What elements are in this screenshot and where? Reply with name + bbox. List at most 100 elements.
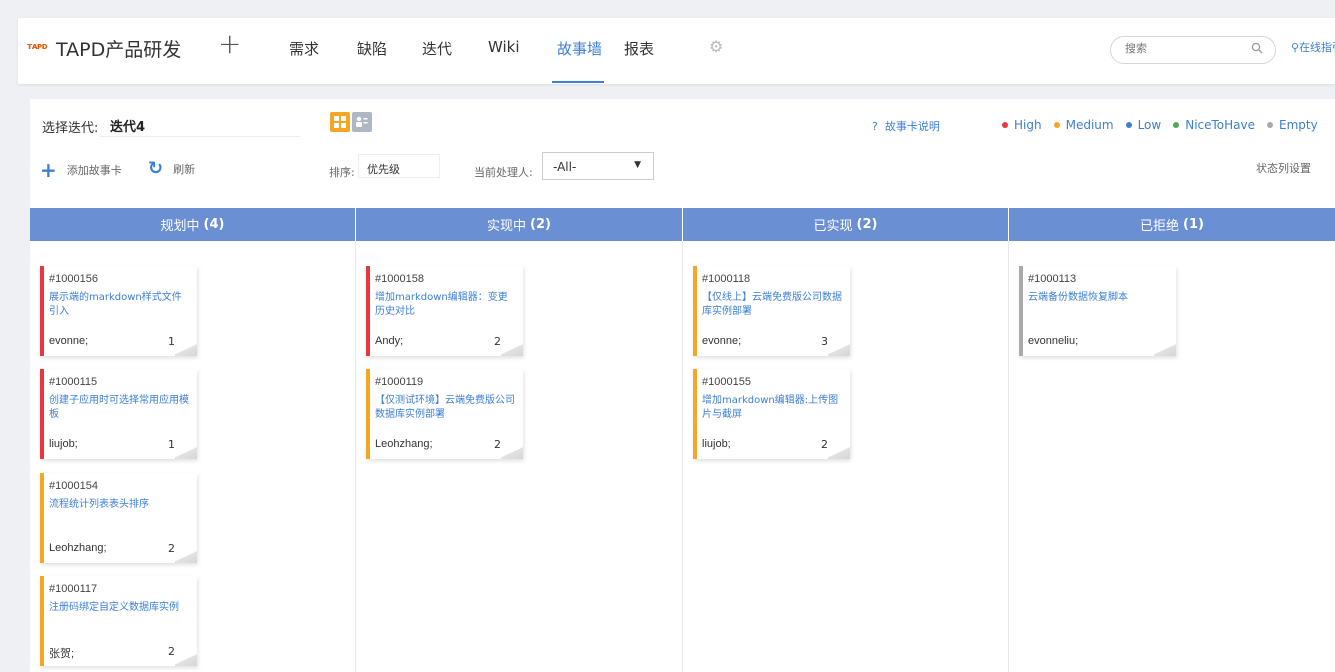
legend-high: High (1002, 118, 1042, 132)
legend-empty: Empty (1267, 118, 1318, 132)
nav-tab-reports[interactable]: 报表 (624, 38, 654, 59)
priority-bar (1019, 266, 1023, 356)
column-settings-link[interactable]: 状态列设置 (1256, 160, 1311, 176)
story-card[interactable]: #1000154 流程统计列表表头排序 Leohzhang; 2 (40, 473, 197, 563)
story-card-help-link[interactable]: ? 故事卡说明 (872, 118, 940, 134)
story-card[interactable]: #1000156 展示端的markdown样式文件引入 evonne; 1 (40, 266, 197, 356)
column-header-in-progress[interactable]: 实现中 (2) (356, 208, 683, 241)
card-title[interactable]: 增加markdown编辑器：变更历史对比 (375, 291, 517, 319)
card-title[interactable]: 增加markdown编辑器:上传图片与截屏 (702, 394, 844, 422)
priority-bar (693, 266, 697, 356)
column-rejected: #1000113 云端备份数据恢复脚本 evonneliu; (1009, 241, 1335, 672)
filter-panel: 选择迭代: 迭代4 ? 故事卡说明 High Medium Low NiceTo… (30, 99, 1335, 217)
top-nav-bar: ᴛᴀᴘᴅ TAPD产品研发 + 需求 缺陷 迭代 Wiki 故事墙 报表 ⚙ ⚲… (18, 18, 1335, 84)
card-points: 2 (821, 438, 828, 451)
card-id[interactable]: #1000115 (49, 376, 97, 388)
card-points: 1 (168, 438, 175, 451)
priority-bar (366, 266, 370, 356)
legend-nicetohave: NiceToHave (1173, 118, 1255, 132)
column-planning: #1000156 展示端的markdown样式文件引入 evonne; 1 #10001… (30, 241, 356, 672)
column-header-rejected[interactable]: 已拒绝 (1) (1009, 208, 1335, 241)
page-curl (175, 445, 197, 459)
legend-medium: Medium (1053, 118, 1114, 132)
card-points: 1 (168, 335, 175, 348)
tapd-logo[interactable]: ᴛᴀᴘᴅ (27, 42, 48, 52)
active-tab-indicator (552, 81, 604, 83)
column-header-planning[interactable]: 规划中 (4) (30, 208, 356, 241)
card-title[interactable]: 展示端的markdown样式文件引入 (49, 291, 191, 319)
card-owner: liujob; (702, 438, 731, 450)
story-wall-board: 规划中 (4) 实现中 (2) 已实现 (2) 已拒绝 (1) #1000156 展示端的… (30, 208, 1335, 672)
card-id[interactable]: #1000113 (1028, 273, 1076, 285)
card-title[interactable]: 【仅测试环境】云端免费版公司数据库实例部署 (375, 394, 517, 422)
search-box[interactable] (1110, 36, 1276, 64)
online-guide-link[interactable]: ⚲在线指引 (1291, 39, 1335, 55)
card-title[interactable]: 云端备份数据恢复脚本 (1028, 291, 1170, 305)
project-title[interactable]: TAPD产品研发 (56, 35, 181, 62)
card-points: 3 (821, 335, 828, 348)
sort-selector[interactable]: 优先级 (358, 154, 440, 178)
priority-bar (40, 369, 44, 459)
card-points: 2 (168, 542, 175, 555)
page-curl (501, 445, 523, 459)
search-icon[interactable] (1251, 42, 1263, 54)
card-view-button[interactable] (330, 112, 350, 132)
handler-dropdown[interactable]: -All- ▼ (542, 152, 654, 180)
card-points: 2 (494, 438, 501, 451)
story-card[interactable]: #1000155 增加markdown编辑器:上传图片与截屏 liujob; 2 (693, 369, 850, 459)
page-curl (175, 652, 197, 666)
story-card[interactable]: #1000115 创建子应用时可选择常用应用模板 liujob; 1 (40, 369, 197, 459)
story-card[interactable]: #1000119 【仅测试环境】云端免费版公司数据库实例部署 Leohzhang; 2 (366, 369, 523, 459)
refresh-icon: ↻ (148, 158, 164, 179)
handler-label: 当前处理人: (474, 166, 533, 179)
card-id[interactable]: #1000158 (375, 273, 424, 285)
story-card[interactable]: #1000113 云端备份数据恢复脚本 evonneliu; (1019, 266, 1176, 356)
person-icon (356, 116, 368, 127)
card-id[interactable]: #1000117 (49, 583, 97, 595)
iteration-label: 选择迭代: (42, 121, 99, 136)
nav-tab-bugs[interactable]: 缺陷 (357, 38, 387, 59)
column-header-done[interactable]: 已实现 (2) (683, 208, 1009, 241)
card-title[interactable]: 流程统计列表表头排序 (49, 498, 191, 512)
card-title[interactable]: 【仅线上】云端免费版公司数据库实例部署 (702, 291, 844, 319)
gear-icon[interactable]: ⚙ (709, 37, 723, 56)
card-owner: liujob; (49, 438, 78, 450)
iteration-value[interactable]: 迭代4 (110, 116, 145, 135)
story-card[interactable]: #1000117 注册码绑定自定义数据库实例 张贺; 2 (40, 576, 197, 666)
card-title[interactable]: 创建子应用时可选择常用应用模板 (49, 394, 191, 422)
nav-tab-iterations[interactable]: 迭代 (422, 38, 452, 59)
refresh-button[interactable]: ↻ 刷新 (148, 160, 195, 178)
card-id[interactable]: #1000118 (702, 273, 750, 285)
story-card[interactable]: #1000158 增加markdown编辑器：变更历史对比 Andy; 2 (366, 266, 523, 356)
column-done: #1000118 【仅线上】云端免费版公司数据库实例部署 evonne; 3 #1000… (683, 241, 1009, 672)
add-story-card-button[interactable]: + 添加故事卡 (40, 160, 122, 180)
card-id[interactable]: #1000155 (702, 376, 751, 388)
nav-tab-wiki[interactable]: Wiki (488, 38, 520, 56)
page-curl (175, 342, 197, 356)
nav-tab-requirements[interactable]: 需求 (289, 38, 319, 59)
nav-tab-story-wall[interactable]: 故事墙 (557, 38, 602, 59)
card-id[interactable]: #1000119 (375, 376, 423, 388)
page-curl (828, 445, 850, 459)
priority-bar (40, 473, 44, 563)
story-card[interactable]: #1000118 【仅线上】云端免费版公司数据库实例部署 evonne; 3 (693, 266, 850, 356)
legend-low: Low (1125, 118, 1161, 132)
card-title[interactable]: 注册码绑定自定义数据库实例 (49, 601, 191, 615)
card-id[interactable]: #1000156 (49, 273, 98, 285)
plus-icon: + (40, 158, 57, 182)
sort-label: 排序: (329, 166, 355, 179)
card-id[interactable]: #1000154 (49, 480, 98, 492)
card-owner: evonneliu; (1028, 335, 1079, 347)
card-owner: Leohzhang; (375, 438, 433, 450)
caret-down-icon: ▼ (634, 160, 641, 170)
card-owner: Leohzhang; (49, 542, 107, 554)
column-in-progress: #1000158 增加markdown编辑器：变更历史对比 Andy; 2 #10001… (356, 241, 683, 672)
priority-bar (693, 369, 697, 459)
page-curl (828, 342, 850, 356)
search-input[interactable] (1125, 42, 1235, 55)
card-owner: 张贺; (49, 648, 75, 660)
create-plus-button[interactable]: + (218, 27, 241, 60)
page-curl (501, 342, 523, 356)
person-view-button[interactable] (352, 112, 372, 132)
card-points: 2 (168, 645, 175, 658)
